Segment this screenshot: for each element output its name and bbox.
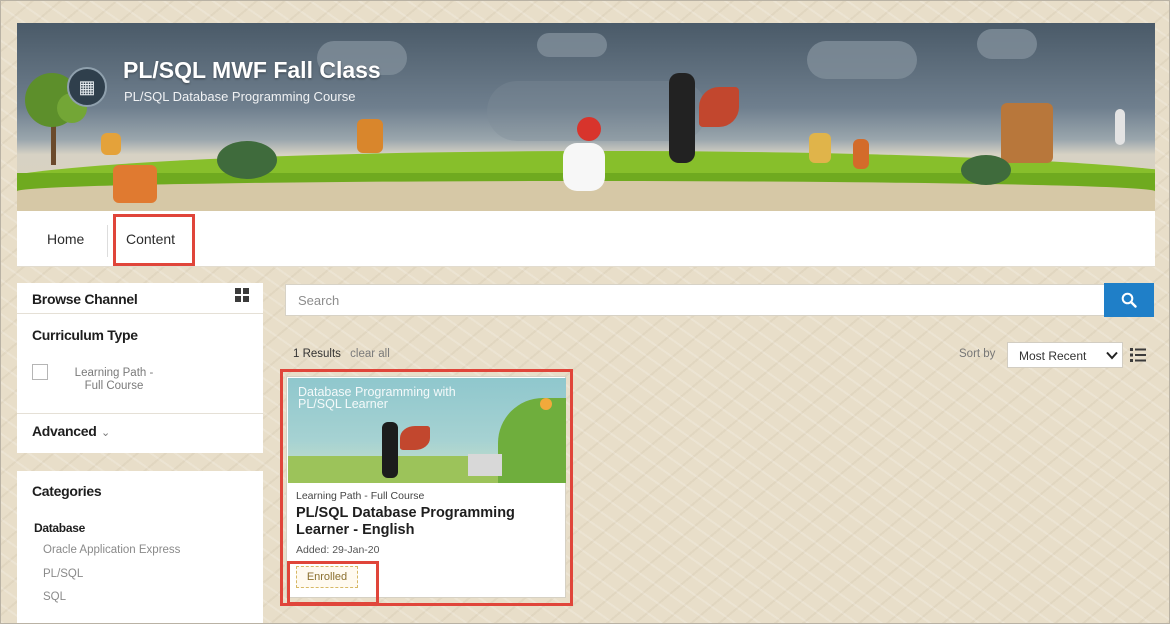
enrolled-badge: Enrolled: [296, 566, 358, 588]
robot-decoration: [961, 155, 1011, 185]
cloud-decoration: [807, 41, 917, 79]
category-item[interactable]: SQL: [43, 591, 66, 603]
channel-nav: Home Content: [17, 211, 1155, 267]
categories-panel: Categories Database Oracle Application E…: [17, 471, 263, 623]
browse-channel-panel: Browse Channel Curriculum Type Learning …: [17, 283, 263, 453]
clear-all-link[interactable]: clear all: [350, 348, 390, 360]
channel-banner: ▦ PL/SQL MWF Fall Class PL/SQL Database …: [17, 23, 1155, 211]
chevron-down-icon: ⌄: [100, 427, 111, 439]
course-added-date: Added: 29-Jan-20: [296, 544, 380, 556]
category-group-database[interactable]: Database: [34, 521, 85, 535]
grid-view-icon[interactable]: [235, 288, 249, 302]
advanced-label: Advanced: [32, 423, 97, 439]
channel-title: PL/SQL MWF Fall Class: [123, 57, 381, 83]
learning-path-label: Learning Path - Full Course: [74, 367, 154, 392]
hero-cape: [400, 426, 430, 450]
hero-figure: [382, 422, 398, 478]
category-item[interactable]: PL/SQL: [43, 568, 83, 580]
advanced-toggle[interactable]: Advanced ⌄: [32, 423, 110, 441]
divider: [17, 313, 263, 314]
cloud-decoration: [537, 33, 607, 57]
sort-select[interactable]: Most Recent: [1007, 342, 1123, 368]
browse-channel-heading: Browse Channel: [32, 291, 138, 307]
curriculum-type-heading: Curriculum Type: [32, 327, 138, 343]
thumbnail-hill: [498, 398, 566, 483]
search-icon: [1121, 292, 1137, 308]
sort-value: Most Recent: [1019, 349, 1087, 363]
cloud-decoration: [977, 29, 1037, 59]
results-count: 1 Results: [293, 348, 341, 360]
robot-decoration: [113, 165, 157, 203]
robot-decoration: [563, 143, 605, 191]
course-title[interactable]: PL/SQL Database Programming Learner - En…: [296, 505, 558, 539]
sort-by-label: Sort by: [959, 348, 996, 360]
divider: [17, 413, 263, 414]
search-input[interactable]: [285, 284, 1105, 316]
search-button[interactable]: [1104, 283, 1154, 317]
robot-decoration: [853, 139, 869, 169]
list-view-icon[interactable]: [1130, 347, 1146, 363]
hero-figure: [669, 73, 695, 163]
classroom-icon: ▦: [67, 67, 107, 107]
tab-home[interactable]: Home: [47, 211, 84, 267]
robot-decoration: [101, 133, 121, 155]
robot-decoration: [357, 119, 383, 153]
robot-decoration: [809, 133, 831, 163]
channel-subtitle: PL/SQL Database Programming Course: [124, 89, 356, 104]
robot-decoration: [1001, 103, 1053, 163]
hero-cape: [699, 87, 739, 127]
rocket-decoration: [1115, 109, 1125, 145]
categories-heading: Categories: [32, 483, 102, 499]
page-frame: ▦ PL/SQL MWF Fall Class PL/SQL Database …: [0, 0, 1170, 624]
results-summary: 1 Results clear all: [293, 348, 390, 360]
sun-icon: [540, 398, 552, 410]
nav-divider: [107, 225, 108, 257]
course-thumbnail[interactable]: Database Programming with PL/SQL Learner: [288, 378, 566, 483]
thumbnail-title: Database Programming with PL/SQL Learner: [298, 385, 456, 411]
robot-decoration: [217, 141, 277, 179]
robot-decoration: [577, 117, 601, 141]
building-icon: [468, 454, 502, 476]
learning-path-checkbox[interactable]: [32, 364, 48, 380]
category-item[interactable]: Oracle Application Express: [43, 544, 180, 556]
course-type: Learning Path - Full Course: [296, 490, 425, 502]
course-card[interactable]: Database Programming with PL/SQL Learner…: [286, 376, 566, 598]
tab-content[interactable]: Content: [126, 211, 175, 267]
chevron-down-icon: [1106, 351, 1118, 360]
